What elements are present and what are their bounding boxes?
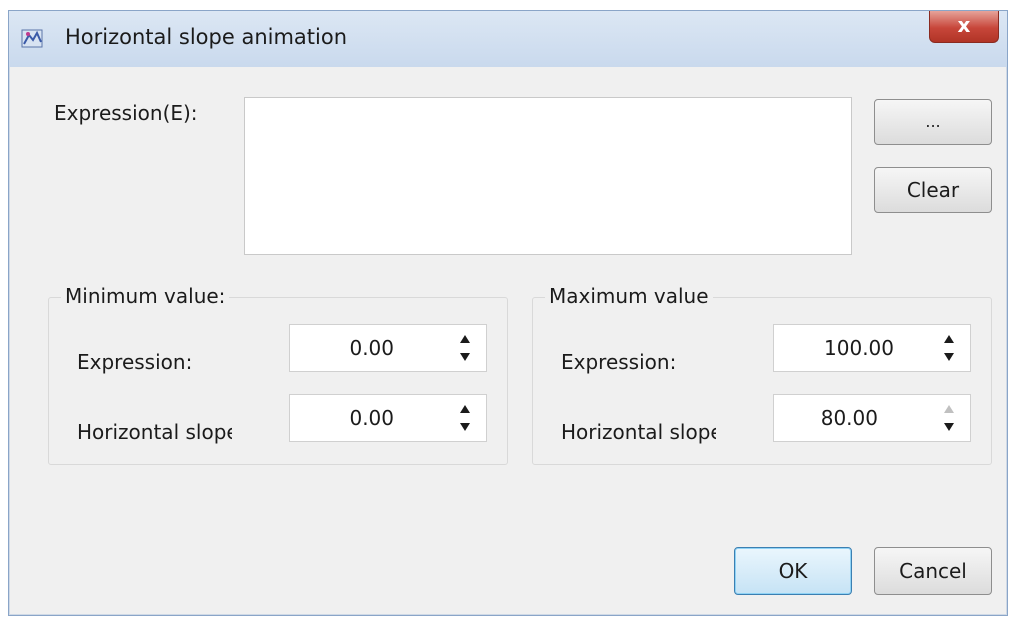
clear-button[interactable]: Clear [874,167,992,213]
close-button[interactable]: x [929,11,999,43]
expression-label: Expression(E): [54,101,198,125]
spin-arrows-icon[interactable] [940,401,960,435]
minimum-slope-value: 0.00 [349,406,394,430]
maximum-group-label: Maximum value [545,284,713,308]
dialog-title: Horizontal slope animation [65,25,348,49]
minimum-value-group: Minimum value: Expression: 0.00 Horizont… [48,284,508,465]
dialog-window: Horizontal slope animation x Expression(… [8,10,1008,616]
ok-button[interactable]: OK [734,547,852,595]
maximum-value-group: Maximum value Expression: 100.00 Horizon… [532,284,992,465]
spin-arrows-icon[interactable] [456,401,476,435]
title-bar: Horizontal slope animation x [9,11,1007,68]
spin-up-icon[interactable] [944,405,954,413]
dialog-content: Expression(E): ... Clear Minimum value: … [9,67,1007,615]
expression-textarea[interactable] [244,97,852,255]
minimum-slope-label: Horizontal slopе [77,420,232,444]
maximum-slope-value: 80.00 [820,406,878,430]
spin-up-icon[interactable] [944,335,954,343]
minimum-group-label: Minimum value: [61,284,230,308]
minimum-expression-value: 0.00 [349,336,394,360]
spin-arrows-icon[interactable] [456,331,476,365]
minimum-expression-spinbox[interactable]: 0.00 [289,324,487,372]
maximum-slope-spinbox[interactable]: 80.00 [773,394,971,442]
spin-arrows-icon[interactable] [940,331,960,365]
maximum-expression-label: Expression: [561,350,677,374]
spin-up-icon[interactable] [460,335,470,343]
maximum-expression-spinbox[interactable]: 100.00 [773,324,971,372]
minimum-slope-spinbox[interactable]: 0.00 [289,394,487,442]
app-icon [21,27,43,49]
cancel-button[interactable]: Cancel [874,547,992,595]
spin-down-icon[interactable] [460,353,470,361]
close-icon: x [957,13,971,37]
spin-up-icon[interactable] [460,405,470,413]
browse-button[interactable]: ... [874,99,992,145]
spin-down-icon[interactable] [460,423,470,431]
maximum-slope-label: Horizontal slopе [561,420,716,444]
spin-down-icon[interactable] [944,353,954,361]
minimum-expression-label: Expression: [77,350,193,374]
maximum-expression-value: 100.00 [824,336,894,360]
spin-down-icon[interactable] [944,423,954,431]
